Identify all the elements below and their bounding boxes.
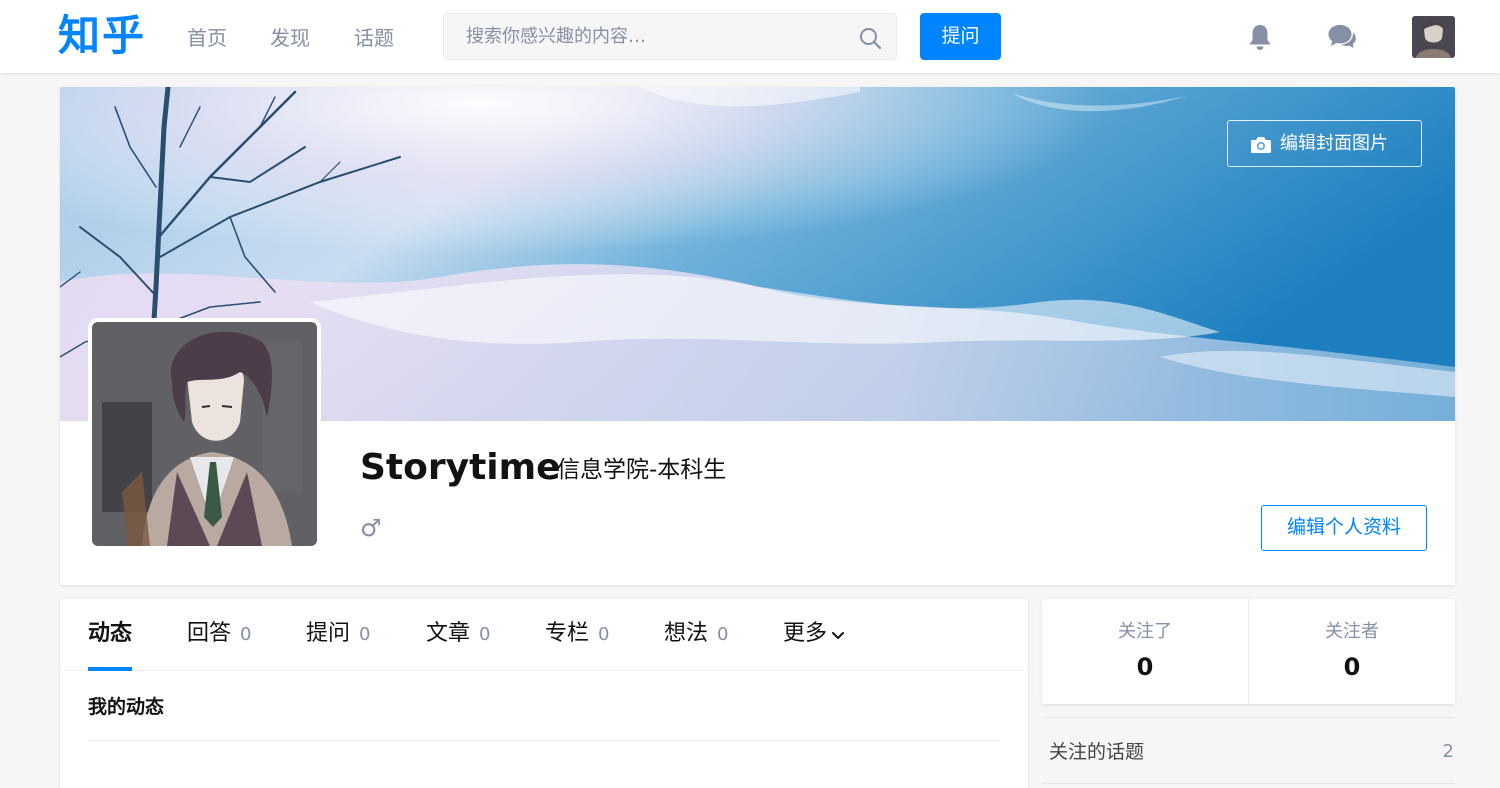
search-icon[interactable] — [858, 26, 882, 50]
tab-count: 0 — [359, 624, 371, 645]
camera-icon — [1251, 137, 1271, 153]
tab-columns[interactable]: 专栏 0 — [545, 619, 609, 671]
edit-cover-label: 编辑封面图片 — [1280, 133, 1388, 153]
tab-count: 0 — [717, 624, 729, 645]
divider — [88, 740, 1000, 741]
tab-label: 更多 — [783, 621, 828, 646]
profile-avatar[interactable] — [88, 318, 321, 550]
nav-explore[interactable]: 发现 — [270, 24, 310, 52]
my-activity-heading: 我的动态 — [88, 696, 165, 718]
search-box — [443, 13, 897, 60]
tab-label: 动态 — [88, 621, 133, 646]
followers-count: 0 — [1343, 653, 1361, 681]
nav-home[interactable]: 首页 — [187, 24, 227, 52]
tab-label: 提问 — [306, 621, 351, 646]
chat-bubbles-icon[interactable] — [1326, 22, 1358, 52]
tab-activity[interactable]: 动态 — [88, 619, 133, 671]
ask-question-button[interactable]: 提问 — [920, 13, 1001, 60]
followers-stat[interactable]: 关注者 0 — [1249, 599, 1455, 704]
followed-topics-label: 关注的话题 — [1049, 741, 1145, 763]
follow-stats-card: 关注了 0 关注者 0 — [1042, 599, 1455, 704]
nav-topics[interactable]: 话题 — [354, 24, 394, 52]
activity-card: 动态 回答 0 提问 0 文章 0 专栏 0 想法 0 更多 我的动态 — [60, 599, 1028, 788]
divider — [1042, 783, 1455, 784]
tab-count: 0 — [240, 624, 252, 645]
tab-label: 文章 — [426, 621, 471, 646]
tab-answers[interactable]: 回答 0 — [187, 619, 251, 671]
top-bar: 知乎 首页 发现 话题 提问 — [0, 0, 1500, 73]
chevron-down-icon — [832, 632, 845, 639]
tab-questions[interactable]: 提问 0 — [306, 619, 370, 671]
divider — [1042, 717, 1455, 718]
following-count: 0 — [1136, 653, 1154, 681]
followed-topics-link[interactable]: 关注的话题 2 — [1042, 730, 1455, 772]
profile-header-card: 编辑封面图片 Storytime 信息学院-本科生 ♂ 编辑个人资料 — [60, 87, 1455, 585]
tab-count: 0 — [598, 624, 610, 645]
edit-cover-button[interactable]: 编辑封面图片 — [1227, 120, 1422, 167]
user-name: Storytime — [360, 447, 561, 488]
profile-tabs: 动态 回答 0 提问 0 文章 0 专栏 0 想法 0 更多 — [60, 599, 1028, 671]
tab-articles[interactable]: 文章 0 — [426, 619, 490, 671]
tab-count: 0 — [479, 624, 491, 645]
following-label: 关注了 — [1118, 621, 1172, 642]
tab-more[interactable]: 更多 — [783, 619, 845, 671]
following-stat[interactable]: 关注了 0 — [1042, 599, 1248, 704]
zhihu-logo[interactable]: 知乎 — [58, 8, 146, 64]
search-input[interactable] — [444, 14, 844, 59]
edit-profile-button[interactable]: 编辑个人资料 — [1261, 505, 1427, 551]
bell-icon[interactable] — [1245, 22, 1275, 52]
user-headline: 信息学院-本科生 — [557, 457, 727, 483]
tab-thoughts[interactable]: 想法 0 — [664, 619, 728, 671]
followers-label: 关注者 — [1325, 621, 1379, 642]
tab-label: 回答 — [187, 621, 232, 646]
tab-label: 想法 — [664, 621, 709, 646]
tab-label: 专栏 — [545, 621, 590, 646]
user-avatar[interactable] — [1412, 16, 1455, 58]
male-gender-icon: ♂ — [360, 514, 382, 542]
followed-topics-count: 2 — [1442, 741, 1454, 762]
